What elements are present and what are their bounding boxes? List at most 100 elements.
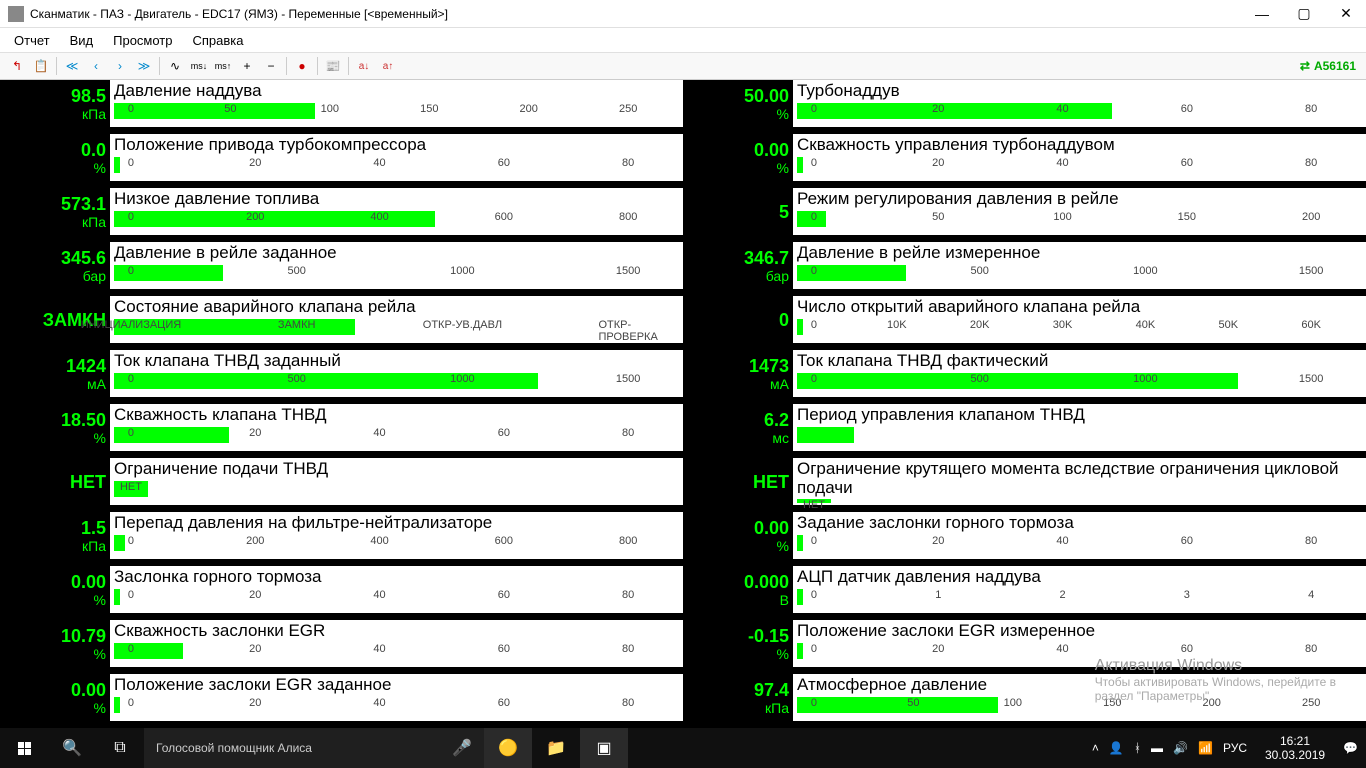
gauge-label: Задание заслонки горного тормоза	[793, 512, 1366, 533]
gauge-right-2: 5Режим регулирования давления в рейле050…	[683, 188, 1366, 236]
minus-icon[interactable]: −	[260, 55, 282, 77]
gauge-tick: 60	[498, 427, 510, 439]
sort-asc-icon[interactable]: a↓	[353, 55, 375, 77]
gauge-label: Ограничение подачи ТНВД	[110, 458, 683, 479]
gauge-tick: 50	[907, 697, 919, 709]
minimize-button[interactable]: —	[1250, 4, 1274, 24]
battery-icon[interactable]: ▬	[1151, 741, 1163, 755]
gauge-tick: ЗАМКН	[278, 319, 316, 331]
gauge-tick: 20	[249, 697, 261, 709]
gauge-value: 573.1	[0, 195, 106, 213]
close-button[interactable]: ✕	[1334, 4, 1358, 24]
gauge-tick: 40	[373, 157, 385, 169]
menu-report[interactable]: Отчет	[6, 31, 58, 50]
gauge-tick: 400	[370, 535, 388, 547]
gauge-tick: 1500	[616, 265, 640, 277]
gauge-label: Турбонаддув	[793, 80, 1366, 101]
gauge-tick: 60	[498, 643, 510, 655]
last-icon[interactable]: ≫	[133, 55, 155, 77]
gauge-tick: 500	[970, 265, 988, 277]
gauge-tick: 400	[370, 211, 388, 223]
gauge-tick: 200	[246, 211, 264, 223]
gauge-unit: бар	[683, 269, 789, 283]
titlebar: Сканматик - ПАЗ - Двигатель - EDC17 (ЯМЗ…	[0, 0, 1366, 28]
gauge-unit: мА	[0, 377, 106, 391]
gauge-unit: кПа	[683, 701, 789, 715]
gauge-tick: 200	[1302, 211, 1320, 223]
gauge-value: 18.50	[0, 411, 106, 429]
ms-down-icon[interactable]: ms↓	[188, 55, 210, 77]
gauge-tick: 0	[811, 535, 817, 547]
gauge-tick: 0	[128, 211, 134, 223]
clock[interactable]: 16:21 30.03.2019	[1257, 734, 1333, 763]
gauge-tick: 200	[1203, 697, 1221, 709]
gauge-tick: 0	[811, 643, 817, 655]
taskview-icon[interactable]: ⧉	[96, 728, 144, 768]
gauge-label: Режим регулирования давления в рейле	[793, 188, 1366, 209]
gauge-unit: кПа	[0, 107, 106, 121]
sort-desc-icon[interactable]: a↑	[377, 55, 399, 77]
gauge-tick: 40	[373, 589, 385, 601]
gauge-tick: 20	[249, 643, 261, 655]
gauge-tick: ИНИЦИАЛИЗАЦИЯ	[81, 319, 181, 331]
tray-up-icon[interactable]: ˄	[1092, 741, 1099, 755]
gauge-value: 1.5	[0, 519, 106, 537]
gauge-right-5: 1473мАТок клапана ТНВД фактический050010…	[683, 350, 1366, 398]
gauge-tick: 1000	[450, 265, 474, 277]
connection-code: ⇄A56161	[1300, 59, 1360, 73]
volume-icon[interactable]: 🔊	[1173, 741, 1188, 755]
menu-preview[interactable]: Просмотр	[105, 31, 180, 50]
menu-view[interactable]: Вид	[62, 31, 102, 50]
gauge-tick: 500	[287, 373, 305, 385]
app-icon	[8, 6, 24, 22]
gauge-tick: 20	[932, 643, 944, 655]
first-icon[interactable]: ≪	[61, 55, 83, 77]
plus-icon[interactable]: +	[236, 55, 258, 77]
gauge-tick: 600	[495, 535, 513, 547]
gauge-right-11: 97.4кПаАтмосферное давление0501001502002…	[683, 674, 1366, 722]
notifications-icon[interactable]: 💬	[1343, 741, 1358, 755]
microphone-icon[interactable]: 🎤	[452, 738, 472, 758]
people-icon[interactable]: 👤	[1109, 741, 1124, 755]
gauge-tick: 500	[970, 373, 988, 385]
gauge-tick: 80	[1305, 643, 1317, 655]
next-icon[interactable]: ›	[109, 55, 131, 77]
text-icon[interactable]: 📰	[322, 55, 344, 77]
maximize-button[interactable]: ▢	[1292, 4, 1316, 24]
gauge-tick: 100	[1004, 697, 1022, 709]
wifi-icon[interactable]: 📶	[1198, 741, 1213, 755]
toolbar: ↰ 📋 ≪ ‹ › ≫ ∿ ms↓ ms↑ + − ● 📰 a↓ a↑ ⇄A56…	[0, 52, 1366, 80]
start-button[interactable]	[0, 728, 48, 768]
gauge-tick: 20	[249, 589, 261, 601]
record-icon[interactable]: ●	[291, 55, 313, 77]
explorer-icon[interactable]: 📁	[532, 728, 580, 768]
ms-up-icon[interactable]: ms↑	[212, 55, 234, 77]
wave-icon[interactable]: ∿	[164, 55, 186, 77]
gauge-unit: кПа	[0, 215, 106, 229]
gauge-tick: 40	[373, 697, 385, 709]
browser-icon[interactable]: 🟡	[484, 728, 532, 768]
gauge-tick: 20	[249, 427, 261, 439]
gauge-tick: 0	[128, 103, 134, 115]
gauge-tick: 0	[128, 589, 134, 601]
gauge-label: Ограничение крутящего момента вследствие…	[793, 458, 1366, 497]
gauges-area: 98.5кПаДавление наддува05010015020025050…	[0, 80, 1366, 728]
gauge-value: 0.00	[0, 681, 106, 699]
app-task-icon[interactable]: ▣	[580, 728, 628, 768]
prev-icon[interactable]: ‹	[85, 55, 107, 77]
gauge-value: 1424	[0, 357, 106, 375]
gauge-tick: 150	[1103, 697, 1121, 709]
gauge-label: Ток клапана ТНВД заданный	[110, 350, 683, 371]
bluetooth-icon[interactable]: ᚼ	[1134, 741, 1141, 755]
gauge-tick: 1500	[1299, 265, 1323, 277]
gauge-tick: 40	[1056, 643, 1068, 655]
language-indicator[interactable]: РУС	[1223, 741, 1247, 755]
copy-icon[interactable]: 📋	[30, 55, 52, 77]
back-icon[interactable]: ↰	[6, 55, 28, 77]
search-input[interactable]: Голосовой помощник Алиса 🎤	[144, 728, 484, 768]
gauge-tick: 80	[1305, 535, 1317, 547]
gauge-value: 0.00	[683, 519, 789, 537]
menu-help[interactable]: Справка	[185, 31, 252, 50]
gauge-label: Положение заслоки EGR измеренное	[793, 620, 1366, 641]
search-icon[interactable]: 🔍	[48, 728, 96, 768]
